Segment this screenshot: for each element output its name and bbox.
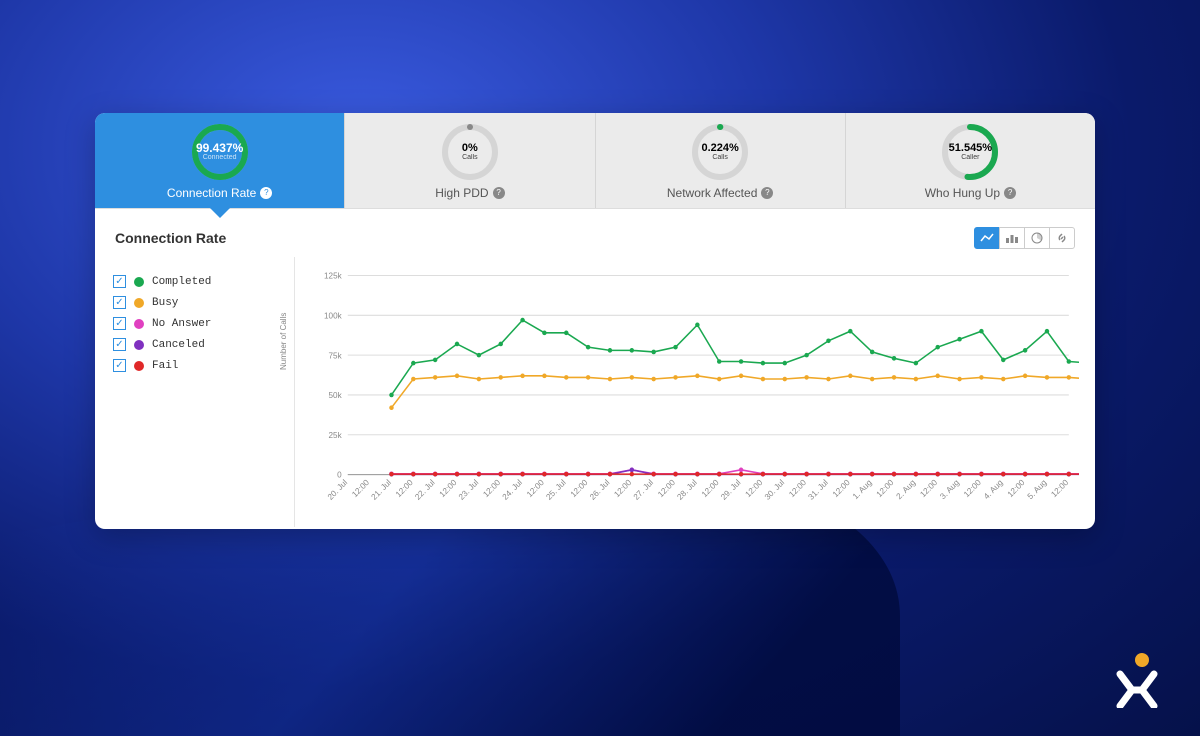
svg-text:1. Aug: 1. Aug <box>851 478 874 502</box>
legend-item-busy: ✓ Busy <box>113 296 276 309</box>
svg-text:29. Jul: 29. Jul <box>719 478 742 502</box>
gauge-sub: Connected <box>203 154 237 161</box>
gauge-sub: Calls <box>712 154 728 161</box>
svg-text:12:00: 12:00 <box>569 478 590 500</box>
svg-text:5. Aug: 5. Aug <box>1026 478 1049 502</box>
svg-text:25k: 25k <box>329 431 343 440</box>
legend-item-completed: ✓ Completed <box>113 275 276 288</box>
view-line-button[interactable] <box>974 227 1000 249</box>
gauge-sub: Calls <box>462 154 478 161</box>
legend-checkbox[interactable]: ✓ <box>113 359 126 372</box>
tab-label: Network Affected <box>667 186 758 200</box>
svg-text:12:00: 12:00 <box>525 478 546 500</box>
svg-text:12:00: 12:00 <box>700 478 721 500</box>
dashboard-panel: 99.437% Connected Connection Rate ? 0% C… <box>95 113 1095 529</box>
svg-text:12:00: 12:00 <box>787 478 808 500</box>
legend-label: No Answer <box>152 318 211 330</box>
legend-item-fail: ✓ Fail <box>113 359 276 372</box>
legend-swatch <box>134 340 144 350</box>
tab-network-affected[interactable]: 0.224% Calls Network Affected ? <box>596 113 846 208</box>
brand-logo <box>1114 652 1160 708</box>
svg-text:12:00: 12:00 <box>481 478 502 500</box>
svg-text:12:00: 12:00 <box>613 478 634 500</box>
tab-label: Who Hung Up <box>925 186 1000 200</box>
help-icon[interactable]: ? <box>260 187 272 199</box>
svg-text:12:00: 12:00 <box>350 478 371 500</box>
legend-swatch <box>134 319 144 329</box>
legend-item-canceled: ✓ Canceled <box>113 338 276 351</box>
gauge-connection-rate: 99.437% Connected <box>190 122 250 182</box>
legend-swatch <box>134 277 144 287</box>
svg-text:31. Jul: 31. Jul <box>807 478 830 502</box>
gauge-value: 99.437% <box>196 142 243 154</box>
chart-plot: Number of Calls 025k50k75k100k125k20. Ju… <box>295 257 1095 527</box>
view-link-button[interactable] <box>1049 227 1075 249</box>
legend-label: Canceled <box>152 339 205 351</box>
svg-text:28. Jul: 28. Jul <box>676 478 699 502</box>
tab-label: High PDD <box>435 186 488 200</box>
svg-text:12:00: 12:00 <box>438 478 459 500</box>
metric-tabs: 99.437% Connected Connection Rate ? 0% C… <box>95 113 1095 209</box>
gauge-who-hung-up: 51.545% Caller <box>940 122 1000 182</box>
view-pie-button[interactable] <box>1024 227 1050 249</box>
svg-text:2. Aug: 2. Aug <box>895 478 918 502</box>
view-mode-buttons <box>975 227 1075 249</box>
svg-text:12:00: 12:00 <box>1006 478 1027 500</box>
gauge-value: 0% <box>462 143 478 154</box>
chart-title: Connection Rate <box>115 230 226 246</box>
svg-text:100k: 100k <box>324 311 342 320</box>
gauge-sub: Caller <box>961 154 979 161</box>
gauge-network-affected: 0.224% Calls <box>690 122 750 182</box>
tab-who-hung-up[interactable]: 51.545% Caller Who Hung Up ? <box>846 113 1095 208</box>
svg-text:12:00: 12:00 <box>656 478 677 500</box>
view-bar-button[interactable] <box>999 227 1025 249</box>
legend-label: Busy <box>152 297 178 309</box>
svg-text:12:00: 12:00 <box>1050 478 1071 500</box>
svg-text:22. Jul: 22. Jul <box>413 478 436 502</box>
legend-checkbox[interactable]: ✓ <box>113 317 126 330</box>
svg-text:12:00: 12:00 <box>831 478 852 500</box>
gauge-high-pdd: 0% Calls <box>440 122 500 182</box>
svg-text:23. Jul: 23. Jul <box>457 478 480 502</box>
svg-text:30. Jul: 30. Jul <box>763 478 786 502</box>
svg-text:24. Jul: 24. Jul <box>501 478 524 502</box>
svg-text:21. Jul: 21. Jul <box>370 478 393 502</box>
help-icon[interactable]: ? <box>761 187 773 199</box>
legend-checkbox[interactable]: ✓ <box>113 275 126 288</box>
svg-text:75k: 75k <box>329 351 343 360</box>
legend-checkbox[interactable]: ✓ <box>113 296 126 309</box>
legend-swatch <box>134 361 144 371</box>
svg-text:50k: 50k <box>329 391 343 400</box>
tab-connection-rate[interactable]: 99.437% Connected Connection Rate ? <box>95 113 345 208</box>
chart-legend: ✓ Completed ✓ Busy ✓ No Answer ✓ Cancele… <box>95 257 295 527</box>
svg-text:26. Jul: 26. Jul <box>588 478 611 502</box>
svg-text:27. Jul: 27. Jul <box>632 478 655 502</box>
svg-text:12:00: 12:00 <box>394 478 415 500</box>
svg-text:125k: 125k <box>324 272 342 281</box>
svg-text:25. Jul: 25. Jul <box>544 478 567 502</box>
help-icon[interactable]: ? <box>493 187 505 199</box>
gauge-value: 0.224% <box>701 143 738 154</box>
svg-text:12:00: 12:00 <box>962 478 983 500</box>
svg-text:12:00: 12:00 <box>875 478 896 500</box>
legend-swatch <box>134 298 144 308</box>
gauge-value: 51.545% <box>949 143 992 154</box>
legend-label: Completed <box>152 276 211 288</box>
tab-high-pdd[interactable]: 0% Calls High PDD ? <box>345 113 595 208</box>
svg-text:12:00: 12:00 <box>744 478 765 500</box>
svg-text:12:00: 12:00 <box>918 478 939 500</box>
svg-text:4. Aug: 4. Aug <box>982 478 1005 502</box>
svg-text:3. Aug: 3. Aug <box>938 478 961 502</box>
help-icon[interactable]: ? <box>1004 187 1016 199</box>
legend-item-no-answer: ✓ No Answer <box>113 317 276 330</box>
tab-label: Connection Rate <box>167 186 256 200</box>
y-axis-label: Number of Calls <box>279 313 288 370</box>
svg-text:20. Jul: 20. Jul <box>326 478 349 502</box>
legend-label: Fail <box>152 360 178 372</box>
legend-checkbox[interactable]: ✓ <box>113 338 126 351</box>
